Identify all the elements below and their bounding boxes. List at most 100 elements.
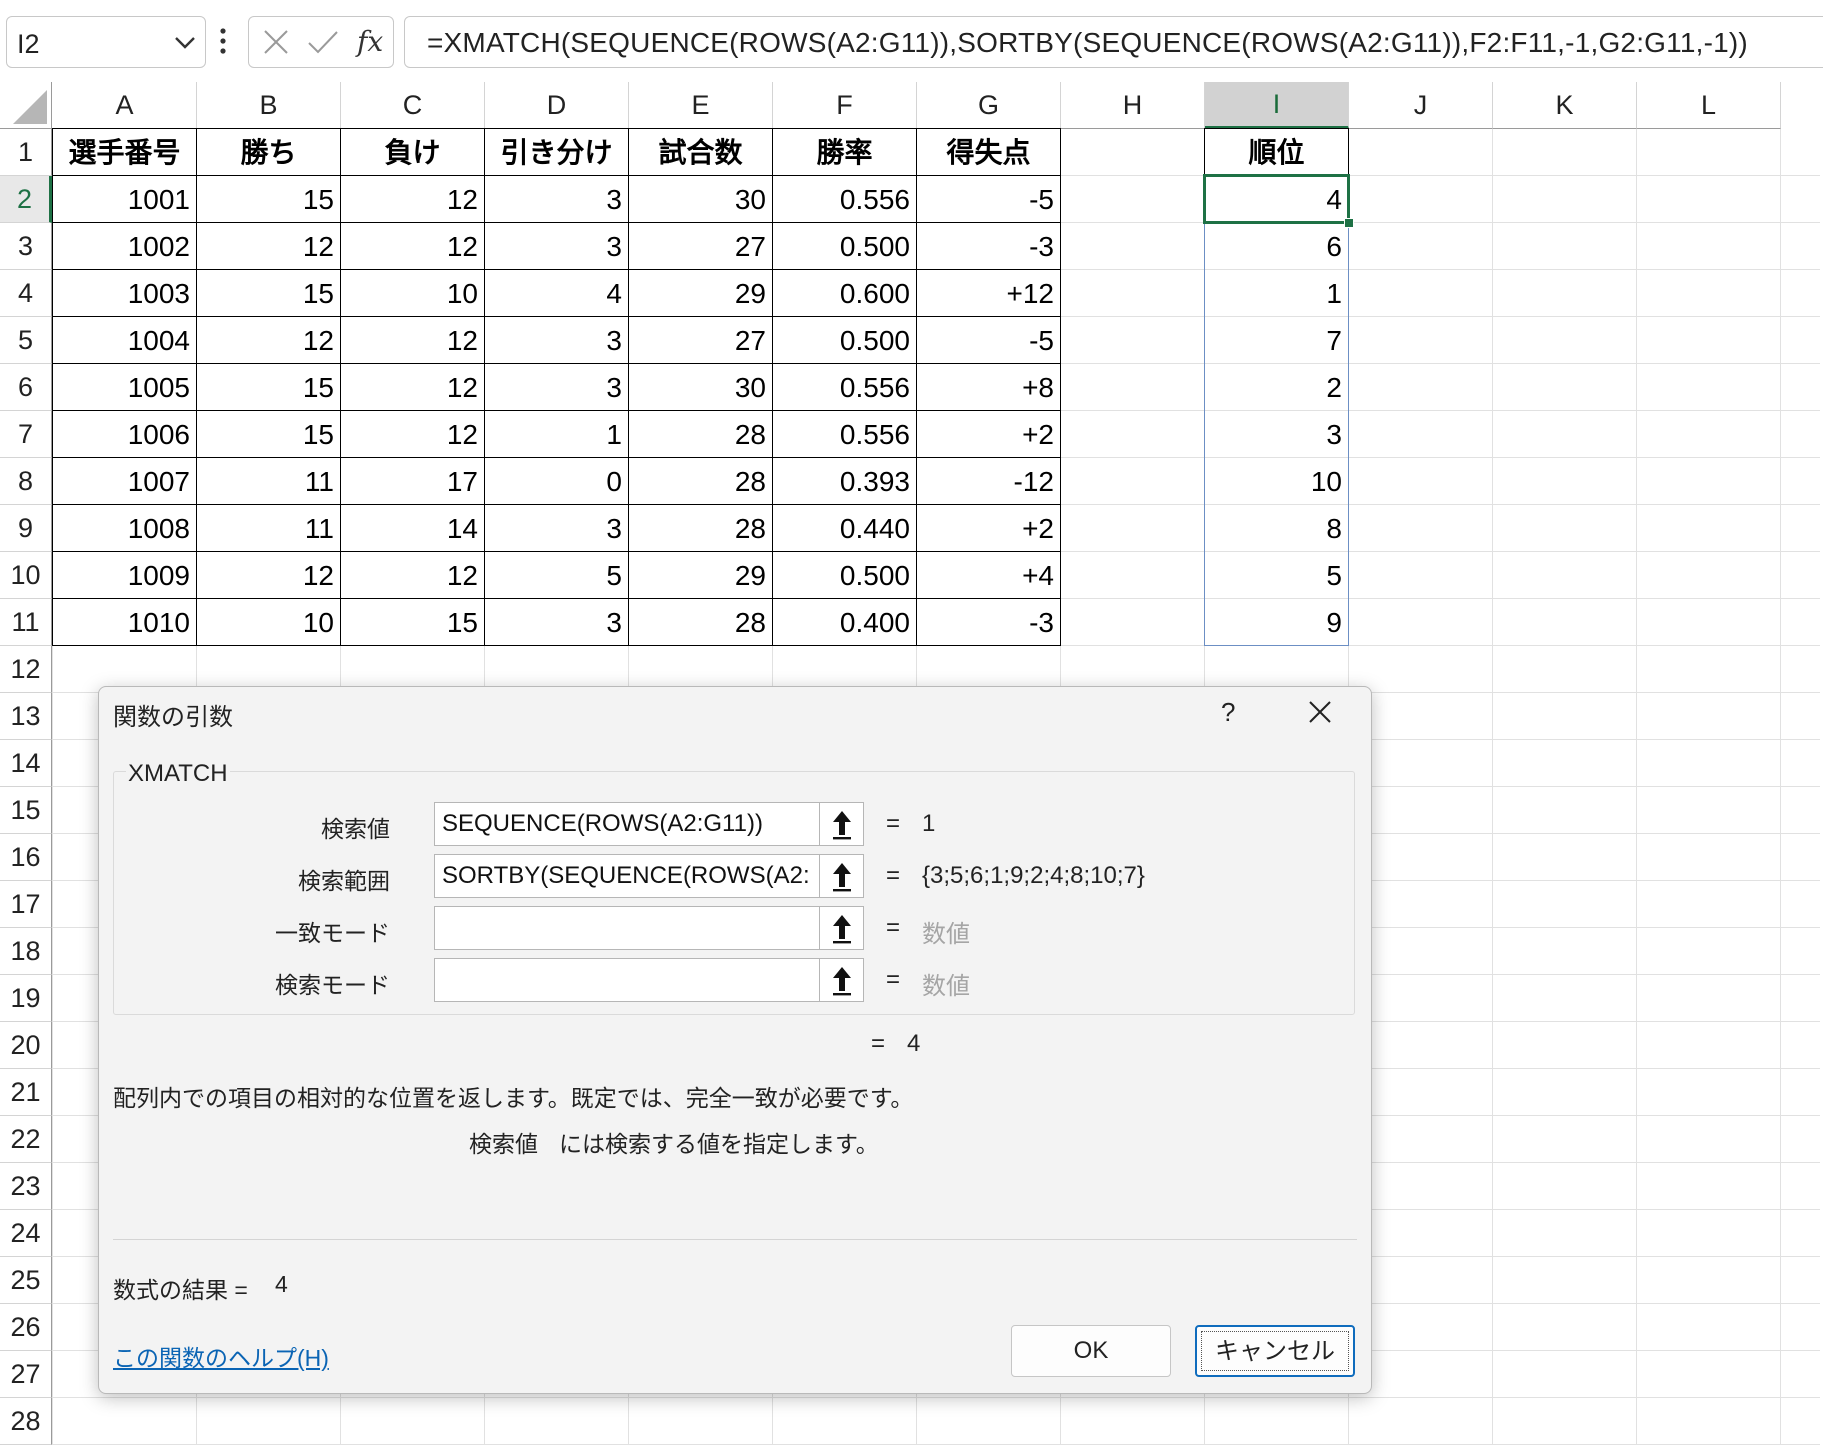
data-cell[interactable]: 11 [196,504,341,552]
data-cell[interactable]: 3 [484,363,629,411]
data-cell[interactable]: 28 [628,598,773,646]
row-header-10[interactable]: 10 [0,552,52,599]
data-cell[interactable]: 29 [628,551,773,599]
data-cell[interactable]: 12 [340,222,485,270]
data-cell[interactable]: 1009 [52,551,197,599]
data-cell[interactable]: 30 [628,175,773,223]
ok-button[interactable]: OK [1011,1325,1171,1377]
data-cell[interactable]: +2 [916,410,1061,458]
data-cell[interactable]: 10 [196,598,341,646]
data-cell[interactable]: -5 [916,175,1061,223]
column-header-j[interactable]: J [1349,82,1493,129]
row-header-28[interactable]: 28 [0,1398,52,1445]
column-header-h[interactable]: H [1061,82,1205,129]
data-cell[interactable]: 1003 [52,269,197,317]
data-cell[interactable]: 1010 [52,598,197,646]
data-cell[interactable]: 17 [340,457,485,505]
function-help-link[interactable]: この関数のヘルプ(H) [113,1339,329,1373]
row-header-6[interactable]: 6 [0,364,52,411]
row-header-3[interactable]: 3 [0,223,52,270]
column-header-g[interactable]: G [917,82,1061,129]
row-header-17[interactable]: 17 [0,881,52,928]
arg-input[interactable] [434,958,820,1002]
row-header-11[interactable]: 11 [0,599,52,646]
row-header-5[interactable]: 5 [0,317,52,364]
data-cell[interactable]: 3 [484,175,629,223]
data-cell[interactable]: 0.556 [772,175,917,223]
data-cell[interactable]: 15 [196,363,341,411]
header-cell[interactable]: 負け [340,128,485,176]
data-cell[interactable]: 10 [340,269,485,317]
row-header-18[interactable]: 18 [0,928,52,975]
data-cell[interactable]: 29 [628,269,773,317]
collapse-dialog-button[interactable] [820,802,864,846]
data-cell[interactable]: 28 [628,457,773,505]
data-cell[interactable]: 1002 [52,222,197,270]
header-cell[interactable]: 選手番号 [52,128,197,176]
column-header-a[interactable]: A [53,82,197,129]
data-cell[interactable]: 12 [340,175,485,223]
header-cell[interactable]: 試合数 [628,128,773,176]
data-cell[interactable]: 3 [484,504,629,552]
data-cell[interactable]: 3 [484,316,629,364]
data-cell[interactable]: 0.556 [772,363,917,411]
data-cell[interactable]: 0.500 [772,316,917,364]
data-cell[interactable]: -3 [916,222,1061,270]
data-cell[interactable]: 28 [628,410,773,458]
data-cell[interactable]: -12 [916,457,1061,505]
row-header-23[interactable]: 23 [0,1163,52,1210]
data-cell[interactable]: 0.393 [772,457,917,505]
data-cell[interactable]: +2 [916,504,1061,552]
data-cell[interactable]: 11 [196,457,341,505]
data-cell[interactable]: 27 [628,316,773,364]
fill-handle[interactable] [1344,218,1354,228]
data-cell[interactable]: 12 [340,363,485,411]
data-cell[interactable]: -5 [916,316,1061,364]
data-cell[interactable]: 0.600 [772,269,917,317]
data-cell[interactable]: 12 [340,551,485,599]
data-cell[interactable]: 28 [628,504,773,552]
chevron-down-icon[interactable] [173,33,197,53]
data-cell[interactable]: 12 [196,316,341,364]
data-cell[interactable]: 12 [340,410,485,458]
column-header-b[interactable]: B [197,82,341,129]
arg-input[interactable]: SEQUENCE(ROWS(A2:G11)) [434,802,820,846]
data-cell[interactable]: 0.400 [772,598,917,646]
row-header-15[interactable]: 15 [0,787,52,834]
name-box[interactable]: I2 [6,16,206,68]
enter-check-icon[interactable] [307,29,339,55]
column-header-l[interactable]: L [1637,82,1781,129]
data-cell[interactable]: 4 [484,269,629,317]
data-cell[interactable]: 12 [340,316,485,364]
data-cell[interactable]: 1005 [52,363,197,411]
data-cell[interactable]: 14 [340,504,485,552]
row-header-14[interactable]: 14 [0,740,52,787]
data-cell[interactable]: 1001 [52,175,197,223]
help-icon[interactable]: ? [1221,697,1235,728]
data-cell[interactable]: +8 [916,363,1061,411]
row-header-1[interactable]: 1 [0,129,52,176]
row-header-27[interactable]: 27 [0,1351,52,1398]
row-header-19[interactable]: 19 [0,975,52,1022]
close-icon[interactable] [1307,699,1333,725]
formula-input[interactable]: =XMATCH(SEQUENCE(ROWS(A2:G11)),SORTBY(SE… [404,16,1823,68]
arg-input[interactable]: SORTBY(SEQUENCE(ROWS(A2: [434,854,820,898]
row-header-26[interactable]: 26 [0,1304,52,1351]
row-header-9[interactable]: 9 [0,505,52,552]
column-header-i[interactable]: I [1205,82,1349,129]
column-header-c[interactable]: C [341,82,485,129]
header-cell[interactable]: 勝ち [196,128,341,176]
data-cell[interactable]: 15 [196,410,341,458]
select-all-corner[interactable] [0,82,52,129]
data-cell[interactable]: 0.500 [772,551,917,599]
cancel-entry-icon[interactable] [263,29,289,55]
data-cell[interactable]: 15 [340,598,485,646]
data-cell[interactable]: 0 [484,457,629,505]
row-header-16[interactable]: 16 [0,834,52,881]
data-cell[interactable]: 0.440 [772,504,917,552]
data-cell[interactable]: 27 [628,222,773,270]
header-cell[interactable]: 得失点 [916,128,1061,176]
data-cell[interactable]: 0.556 [772,410,917,458]
rank-header-cell[interactable]: 順位 [1204,128,1349,176]
row-header-20[interactable]: 20 [0,1022,52,1069]
